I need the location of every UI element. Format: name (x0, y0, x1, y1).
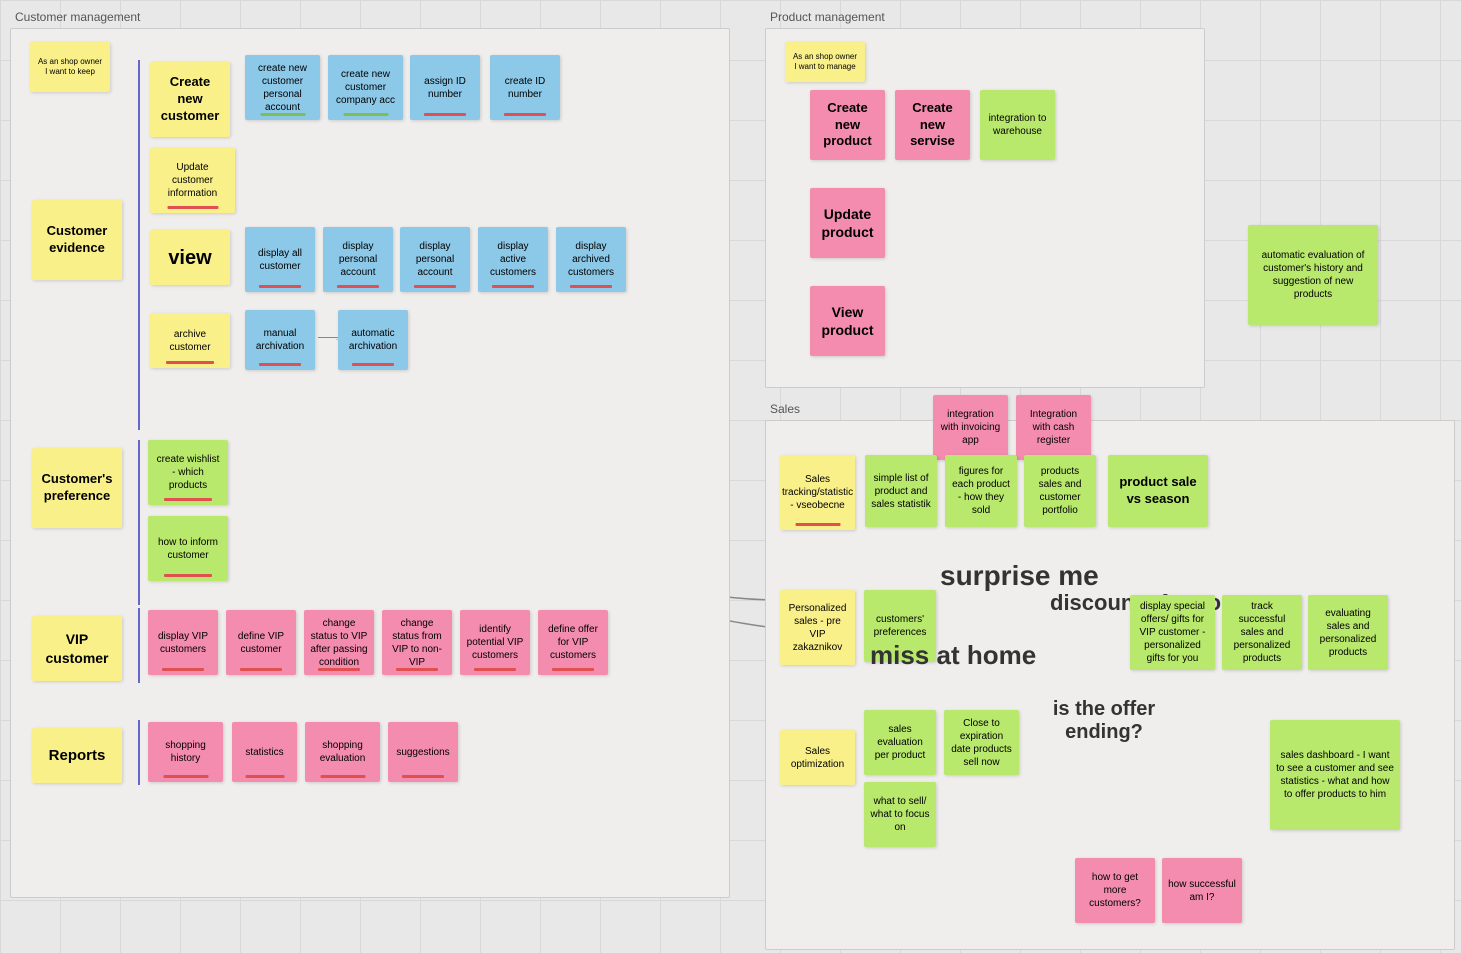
bar-create-id (504, 113, 546, 116)
display-archived[interactable]: display archived customers (556, 227, 626, 292)
display-vip[interactable]: display VIP customers (148, 610, 218, 675)
assign-id-number[interactable]: assign ID number (410, 55, 480, 120)
reports-vertical-line (138, 720, 140, 785)
what-to-sell[interactable]: what to sell/ what to focus on (864, 782, 936, 847)
bar-update-customer (167, 206, 218, 209)
bar-wishlist (164, 498, 212, 501)
automatic-archivation[interactable]: automatic archivation (338, 310, 408, 370)
display-personal-1[interactable]: display personal account (323, 227, 393, 292)
bar-change-to-vip (318, 668, 360, 671)
display-special[interactable]: display special offers/ gifts for VIP cu… (1130, 595, 1215, 670)
vip-vertical-line (138, 608, 140, 683)
statistics-sticky[interactable]: statistics (232, 722, 297, 782)
identify-potential-vip[interactable]: identify potential VIP customers (460, 610, 530, 675)
close-to-expiration[interactable]: Close to expiration date products sell n… (944, 710, 1019, 775)
update-product[interactable]: Update product (810, 188, 885, 258)
evidence-vertical-line (138, 60, 140, 430)
bar-change-from-vip (396, 668, 438, 671)
display-personal-2[interactable]: display personal account (400, 227, 470, 292)
bar-shopping-history (163, 775, 208, 778)
bar-statistics (245, 775, 284, 778)
personalized-sales[interactable]: Personalized sales - pre VIP zakaznikov (780, 590, 855, 665)
sales-optimization[interactable]: Sales optimization (780, 730, 855, 785)
create-new-product[interactable]: Create new product (810, 90, 885, 160)
shopping-evaluation[interactable]: shopping evaluation (305, 722, 380, 782)
bar-display-vip (162, 668, 204, 671)
create-company-account[interactable]: create new customer company acc (328, 55, 403, 120)
bar-assign-id (424, 113, 466, 116)
bar-display-all (259, 285, 301, 288)
bar-display-archived (570, 285, 612, 288)
auto-evaluation[interactable]: automatic evaluation of customer's histo… (1248, 225, 1378, 325)
canvas: Customer management As an shop owner I w… (0, 0, 1461, 953)
is-offer-ending: is the offer ending? (1044, 698, 1164, 744)
customer-evidence-sticky[interactable]: Customer evidence (32, 200, 122, 280)
change-status-from-vip[interactable]: change status from VIP to non-VIP (382, 610, 452, 675)
shopping-history[interactable]: shopping history (148, 722, 223, 782)
create-personal-account[interactable]: create new customer personal account (245, 55, 320, 120)
track-successful[interactable]: track successful sales and personalized … (1222, 595, 1302, 670)
bar-inform (164, 574, 212, 577)
owner-note-2[interactable]: As an shop owner I want to manage (785, 42, 865, 82)
archive-customer[interactable]: archive customer (150, 313, 230, 368)
bar-sales-tracking (795, 523, 840, 526)
preference-vertical-line (138, 440, 140, 605)
bar-create-company (343, 113, 388, 116)
integration-invoicing[interactable]: integration with invoicing app (933, 395, 1008, 460)
integration-cash[interactable]: Integration with cash register (1016, 395, 1091, 460)
update-customer[interactable]: Update customer information (150, 148, 235, 213)
how-successful[interactable]: how successful am I? (1162, 858, 1242, 923)
define-vip[interactable]: define VIP customer (226, 610, 296, 675)
bar-define-offer-vip (552, 668, 594, 671)
sales-tracking[interactable]: Sales tracking/statistic - vseobecne (780, 455, 855, 530)
simple-list[interactable]: simple list of product and sales statist… (865, 455, 937, 527)
bar-archive-customer (166, 361, 214, 364)
create-new-service[interactable]: Create new servise (895, 90, 970, 160)
how-to-inform[interactable]: how to inform customer (148, 516, 228, 581)
bar-display-personal2 (414, 285, 456, 288)
bar-display-active (492, 285, 534, 288)
miss-at-home: miss at home (870, 640, 1036, 671)
sales-evaluation-product[interactable]: sales evaluation per product (864, 710, 936, 775)
integration-warehouse[interactable]: integration to warehouse (980, 90, 1055, 160)
display-all-customer[interactable]: display all customer (245, 227, 315, 292)
figures-product[interactable]: figures for each product - how they sold (945, 455, 1017, 527)
reports-sticky[interactable]: Reports (32, 728, 122, 783)
customers-preference-sticky[interactable]: Customer's preference (32, 448, 122, 528)
evaluating-sales[interactable]: evaluating sales and personalized produc… (1308, 595, 1388, 670)
bar-define-vip (240, 668, 282, 671)
product-sale-season[interactable]: product sale vs season (1108, 455, 1208, 527)
bar-auto-arch (352, 363, 394, 366)
create-wishlist[interactable]: create wishlist - which products (148, 440, 228, 505)
bar-identify-vip (474, 668, 516, 671)
view-sticky[interactable]: view (150, 230, 230, 285)
bar-display-personal1 (337, 285, 379, 288)
change-status-to-vip[interactable]: change status to VIP after passing condi… (304, 610, 374, 675)
sales-label: Sales (770, 402, 800, 416)
display-active[interactable]: display active customers (478, 227, 548, 292)
bar-suggestions (402, 775, 444, 778)
products-sales[interactable]: products sales and customer portfolio (1024, 455, 1096, 527)
product-management-label: Product management (770, 10, 885, 24)
view-product[interactable]: View product (810, 286, 885, 356)
bar-manual-arch (259, 363, 301, 366)
sales-dashboard[interactable]: sales dashboard - I want to see a custom… (1270, 720, 1400, 830)
define-offer-vip[interactable]: define offer for VIP customers (538, 610, 608, 675)
customer-management-label: Customer management (15, 10, 140, 24)
bar-shopping-eval (320, 775, 365, 778)
create-new-customer[interactable]: Create new customer (150, 62, 230, 137)
manual-archivation[interactable]: manual archivation (245, 310, 315, 370)
how-to-get-customers[interactable]: how to get more customers? (1075, 858, 1155, 923)
vip-customer-sticky[interactable]: VIP customer (32, 616, 122, 681)
suggestions-sticky[interactable]: suggestions (388, 722, 458, 782)
create-id-number[interactable]: create ID number (490, 55, 560, 120)
surprise-me: surprise me (940, 560, 1099, 592)
owner-note-1[interactable]: As an shop owner I want to keep (30, 42, 110, 92)
bar-create-personal (260, 113, 305, 116)
